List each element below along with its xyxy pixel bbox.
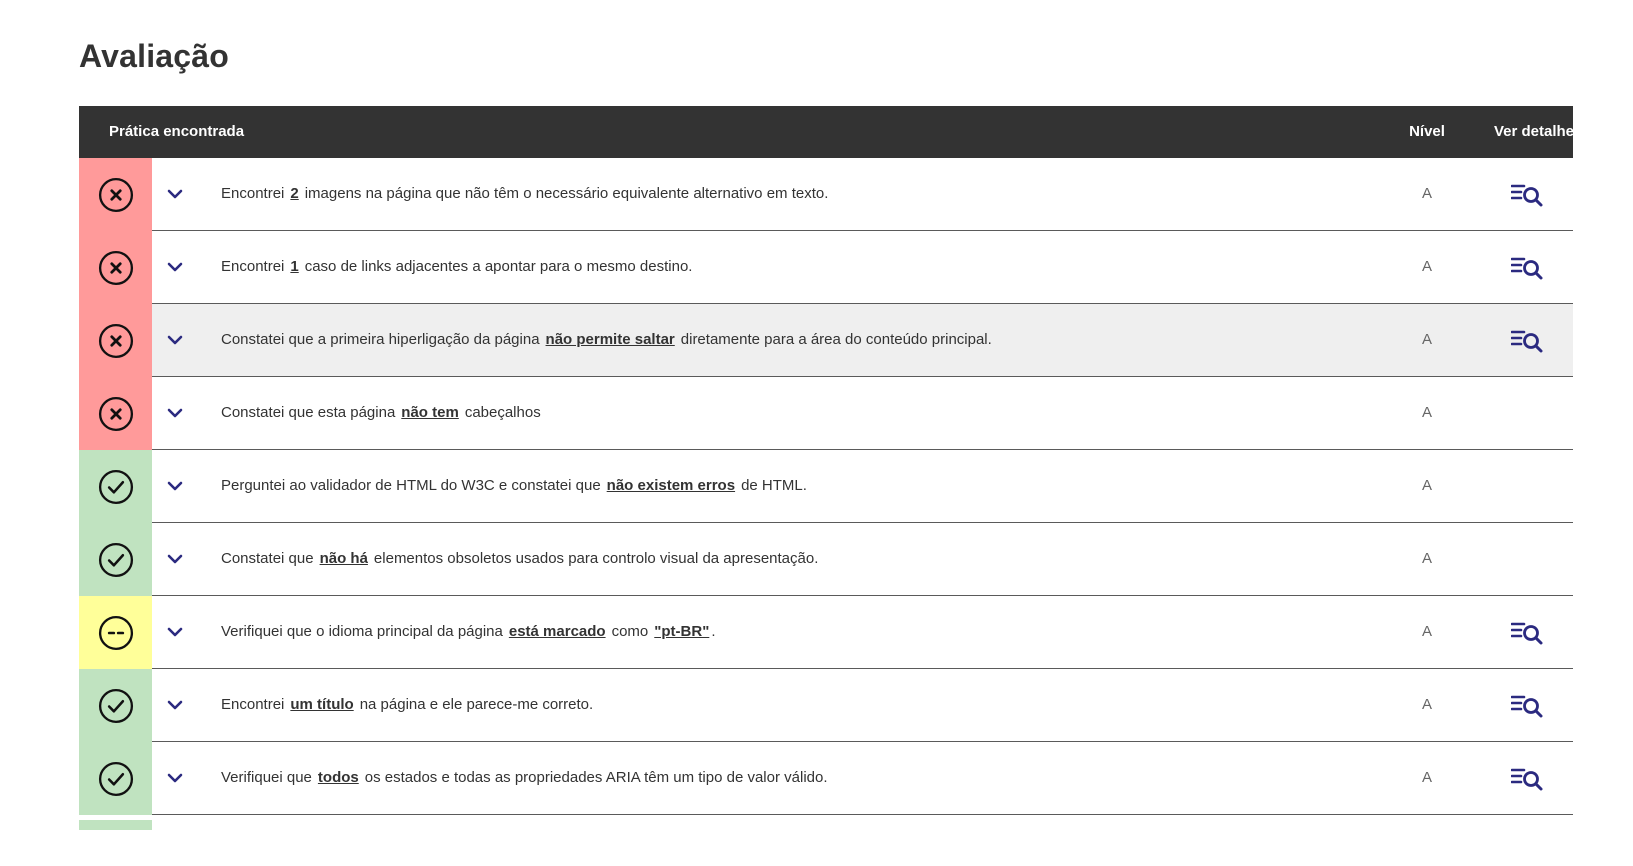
level-value: A bbox=[1421, 258, 1432, 275]
status-cell bbox=[79, 450, 152, 523]
practice-text-post: cabeçalhos bbox=[464, 404, 541, 421]
practice-text: Encontrei 1 caso de links adjacentes a apo… bbox=[221, 231, 692, 303]
level-value: A bbox=[1421, 185, 1432, 202]
practice-text-pre: Encontrei bbox=[221, 696, 285, 713]
table-row: Constatei que não há elementos obsoletos u… bbox=[79, 523, 1573, 596]
chevron-down-icon[interactable] bbox=[161, 691, 189, 719]
practice-text-post-secondary: . bbox=[711, 623, 716, 640]
check-circle-icon bbox=[98, 542, 134, 578]
level-value: A bbox=[1421, 769, 1432, 786]
practice-link[interactable]: um título bbox=[290, 696, 353, 713]
practice-text-post: na página e ele parece-me correto. bbox=[359, 696, 594, 713]
level-value: A bbox=[1421, 477, 1432, 494]
view-detail-icon[interactable] bbox=[1509, 180, 1547, 210]
chevron-down-icon[interactable] bbox=[161, 253, 189, 281]
view-detail-icon[interactable] bbox=[1509, 764, 1547, 794]
practice-text-pre: Verifiquei que o idioma principal da pág… bbox=[221, 623, 503, 640]
practice-text: Verifiquei que todos os estados e todas as… bbox=[221, 742, 828, 814]
next-row-status-strip bbox=[79, 820, 152, 830]
chevron-down-icon[interactable] bbox=[161, 472, 189, 500]
table-row: Encontrei 1 caso de links adjacentes a apo… bbox=[79, 231, 1573, 304]
check-circle-icon bbox=[98, 469, 134, 505]
practice-text-post: imagens na página que não têm o necessár… bbox=[304, 185, 829, 202]
practice-text-pre: Constatei que bbox=[221, 550, 314, 567]
column-header-detail: Ver detalhe bbox=[1493, 123, 1575, 140]
evaluation-table: Prática encontrada Nível Ver detalhe Enc… bbox=[79, 106, 1574, 815]
status-cell bbox=[79, 231, 152, 304]
view-detail-icon[interactable] bbox=[1509, 691, 1547, 721]
view-detail-icon[interactable] bbox=[1509, 253, 1547, 283]
practice-text-post: os estados e todas as propriedades ARIA … bbox=[364, 769, 828, 786]
check-circle-icon bbox=[98, 761, 134, 797]
x-circle-icon bbox=[98, 323, 134, 359]
table-row: Constatei que esta página não tem cabeçalh… bbox=[79, 377, 1573, 450]
practice-link-secondary[interactable]: "pt-BR" bbox=[654, 623, 709, 640]
status-cell bbox=[79, 742, 152, 815]
practice-link[interactable]: não existem erros bbox=[607, 477, 735, 494]
table-row: Encontrei um título na página e ele parece… bbox=[79, 669, 1573, 742]
level-value: A bbox=[1421, 623, 1432, 640]
table-row: Encontrei 2 imagens na página que não têm … bbox=[79, 158, 1573, 231]
practice-link[interactable]: todos bbox=[318, 769, 359, 786]
practice-link[interactable]: não há bbox=[320, 550, 368, 567]
practice-text-pre: Perguntei ao validador de HTML do W3C e … bbox=[221, 477, 601, 494]
practice-text: Encontrei um título na página e ele parece… bbox=[221, 669, 593, 741]
table-row: Constatei que a primeira hiperligação da… bbox=[79, 304, 1573, 377]
view-detail-icon[interactable] bbox=[1509, 618, 1547, 648]
status-cell bbox=[79, 304, 152, 377]
practice-text: Encontrei 2 imagens na página que não têm … bbox=[221, 158, 828, 230]
chevron-down-icon[interactable] bbox=[161, 180, 189, 208]
practice-text-post: caso de links adjacentes a apontar para … bbox=[304, 258, 693, 275]
practice-text-pre: Verifiquei que bbox=[221, 769, 312, 786]
view-detail-icon[interactable] bbox=[1509, 326, 1547, 356]
practice-text-post: como bbox=[611, 623, 649, 640]
table-row: Verifiquei que o idioma principal da pág… bbox=[79, 596, 1573, 669]
practice-text-pre: Constatei que a primeira hiperligação da… bbox=[221, 331, 540, 348]
status-cell bbox=[79, 596, 152, 669]
chevron-down-icon[interactable] bbox=[161, 618, 189, 646]
practice-link[interactable]: 2 bbox=[290, 185, 298, 202]
status-cell bbox=[79, 523, 152, 596]
table-body: Encontrei 2 imagens na página que não têm … bbox=[79, 158, 1573, 815]
table-row: Verifiquei que todos os estados e todas as… bbox=[79, 742, 1573, 815]
status-cell bbox=[79, 377, 152, 450]
chevron-down-icon[interactable] bbox=[161, 764, 189, 792]
level-value: A bbox=[1421, 696, 1432, 713]
chevron-down-icon[interactable] bbox=[161, 399, 189, 427]
practice-text-pre: Encontrei bbox=[221, 185, 285, 202]
status-cell bbox=[79, 669, 152, 742]
practice-text-pre: Constatei que esta página bbox=[221, 404, 396, 421]
x-circle-icon bbox=[98, 396, 134, 432]
page-title: Avaliação bbox=[79, 38, 230, 74]
table-row: Perguntei ao validador de HTML do W3C e … bbox=[79, 450, 1573, 523]
column-header-level: Nível bbox=[1409, 123, 1445, 140]
practice-text-post: elementos obsoletos usados para controlo… bbox=[373, 550, 819, 567]
practice-link[interactable]: não permite saltar bbox=[546, 331, 675, 348]
table-header: Prática encontrada Nível Ver detalhe bbox=[79, 106, 1574, 158]
practice-text: Verifiquei que o idioma principal da pág… bbox=[221, 596, 715, 668]
dash-circle-icon bbox=[98, 615, 134, 651]
level-value: A bbox=[1421, 331, 1432, 348]
practice-link[interactable]: 1 bbox=[290, 258, 298, 275]
x-circle-icon bbox=[98, 177, 134, 213]
chevron-down-icon[interactable] bbox=[161, 545, 189, 573]
practice-link[interactable]: está marcado bbox=[509, 623, 606, 640]
level-value: A bbox=[1421, 550, 1432, 567]
practice-text: Constatei que não há elementos obsoletos u… bbox=[221, 523, 818, 595]
practice-text: Perguntei ao validador de HTML do W3C e … bbox=[221, 450, 807, 522]
column-header-practice: Prática encontrada bbox=[109, 123, 245, 140]
practice-text: Constatei que esta página não tem cabeçalh… bbox=[221, 377, 541, 449]
x-circle-icon bbox=[98, 250, 134, 286]
chevron-down-icon[interactable] bbox=[161, 326, 189, 354]
practice-text-post: de HTML. bbox=[741, 477, 807, 494]
practice-text-post: diretamente para a área do conteúdo prin… bbox=[680, 331, 992, 348]
status-cell bbox=[79, 158, 152, 231]
practice-link[interactable]: não tem bbox=[401, 404, 459, 421]
practice-text-pre: Encontrei bbox=[221, 258, 285, 275]
practice-text: Constatei que a primeira hiperligação da… bbox=[221, 304, 992, 376]
level-value: A bbox=[1421, 404, 1432, 421]
check-circle-icon bbox=[98, 688, 134, 724]
